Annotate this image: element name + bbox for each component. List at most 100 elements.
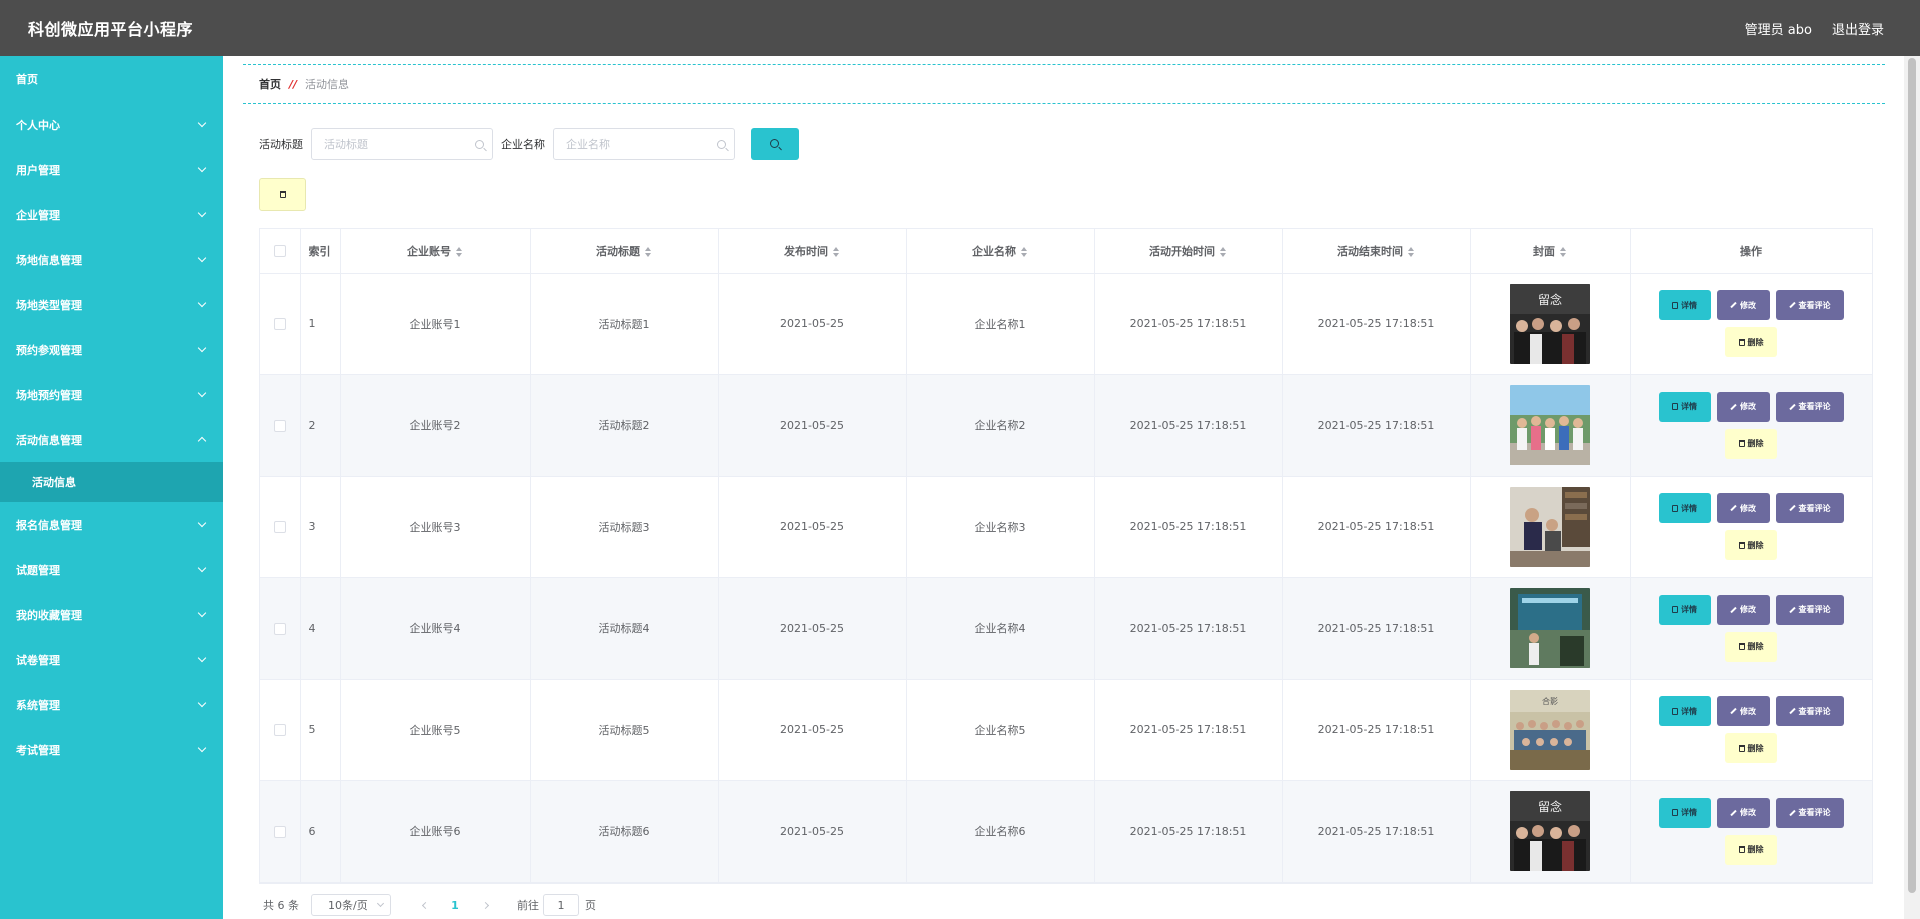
detail-button[interactable]: 详情 xyxy=(1658,797,1711,828)
detail-button[interactable]: 详情 xyxy=(1658,290,1711,321)
index-cell: 1 xyxy=(300,273,341,375)
column-header-sortable[interactable]: 封面 xyxy=(1470,229,1631,274)
company-search-input[interactable] xyxy=(554,129,734,159)
end-time-cell: 2021-05-25 17:18:51 xyxy=(1282,374,1471,477)
cover-image[interactable] xyxy=(1510,486,1590,567)
delete-button[interactable]: 删除 xyxy=(1725,834,1777,865)
cover-cell xyxy=(1470,476,1631,578)
detail-button[interactable]: 详情 xyxy=(1658,696,1711,727)
sidebar-item[interactable]: 试题管理 xyxy=(0,547,223,592)
row-checkbox[interactable] xyxy=(273,825,286,838)
sidebar-item[interactable]: 个人中心 xyxy=(0,102,223,147)
sidebar-item[interactable]: 企业管理 xyxy=(0,192,223,237)
sidebar-item[interactable]: 场地信息管理 xyxy=(0,237,223,282)
cover-image[interactable]: 留念 xyxy=(1510,283,1590,364)
search-button[interactable] xyxy=(751,128,799,160)
account-cell: 企业账号1 xyxy=(340,273,531,375)
pencil-icon xyxy=(1788,302,1796,309)
edit-button[interactable]: 修改 xyxy=(1716,493,1770,524)
row-checkbox[interactable] xyxy=(273,419,286,432)
column-header-sortable[interactable]: 活动开始时间 xyxy=(1094,229,1283,274)
sidebar-item[interactable]: 场地预约管理 xyxy=(0,372,223,417)
logout-link[interactable]: 退出登录 xyxy=(1832,19,1884,38)
cover-image[interactable] xyxy=(1510,385,1590,466)
detail-button[interactable]: 详情 xyxy=(1658,391,1711,422)
cover-image[interactable] xyxy=(1510,588,1590,669)
sidebar-item[interactable]: 报名信息管理 xyxy=(0,502,223,547)
actions-cell: 详情 修改 查看评论删除 xyxy=(1630,780,1873,883)
column-header-sortable[interactable]: 企业名称 xyxy=(906,229,1095,274)
sort-icon[interactable] xyxy=(1220,246,1227,257)
scrollbar-thumb[interactable] xyxy=(1908,58,1916,893)
chevron-up-icon xyxy=(197,436,207,446)
breadcrumb-home[interactable]: 首页 xyxy=(259,76,281,92)
delete-button[interactable]: 删除 xyxy=(1725,631,1777,662)
row-checkbox[interactable] xyxy=(273,622,286,635)
view-comments-button[interactable]: 查看评论 xyxy=(1775,493,1844,524)
edit-button[interactable]: 修改 xyxy=(1716,797,1770,828)
view-comments-button[interactable]: 查看评论 xyxy=(1775,696,1844,727)
page-size-select[interactable]: 10条/页 xyxy=(311,894,391,916)
edit-button[interactable]: 修改 xyxy=(1716,290,1770,321)
column-header-sortable[interactable]: 发布时间 xyxy=(718,229,907,274)
view-comments-button[interactable]: 查看评论 xyxy=(1775,797,1844,828)
select-all-checkbox[interactable] xyxy=(273,245,286,258)
trash-icon xyxy=(1738,744,1745,752)
detail-button[interactable]: 详情 xyxy=(1658,493,1711,524)
cover-image[interactable]: 留念 xyxy=(1510,791,1590,872)
sidebar-item[interactable]: 首页 xyxy=(0,56,223,102)
sort-icon[interactable] xyxy=(645,246,652,257)
delete-button[interactable]: 删除 xyxy=(1725,428,1777,459)
page-scrollbar[interactable] xyxy=(1904,56,1920,919)
next-page-button[interactable] xyxy=(475,894,495,916)
view-comments-button[interactable]: 查看评论 xyxy=(1775,594,1844,625)
edit-button[interactable]: 修改 xyxy=(1716,594,1770,625)
view-comments-button[interactable]: 查看评论 xyxy=(1775,391,1844,422)
sort-icon[interactable] xyxy=(833,246,840,257)
edit-button[interactable]: 修改 xyxy=(1716,391,1770,422)
column-header-sortable[interactable]: 活动结束时间 xyxy=(1282,229,1471,274)
column-header: 操作 xyxy=(1630,229,1873,274)
sidebar-item[interactable]: 预约参观管理 xyxy=(0,327,223,372)
row-checkbox[interactable] xyxy=(273,318,286,331)
page-number-current[interactable]: 1 xyxy=(445,899,465,912)
sidebar-item[interactable]: 用户管理 xyxy=(0,147,223,192)
sidebar-item-label: 首页 xyxy=(16,73,38,86)
admin-user-label[interactable]: 管理员 abo xyxy=(1745,19,1812,38)
document-icon xyxy=(1672,606,1678,614)
sidebar-subitem-active[interactable]: 活动信息 xyxy=(0,462,223,502)
page-unit-label: 页 xyxy=(585,899,596,912)
sort-icon[interactable] xyxy=(1408,246,1415,257)
sidebar-item[interactable]: 试卷管理 xyxy=(0,637,223,682)
end-time-cell: 2021-05-25 17:18:51 xyxy=(1282,476,1471,578)
sort-icon[interactable] xyxy=(456,246,463,257)
sidebar-item[interactable]: 场地类型管理 xyxy=(0,282,223,327)
account-cell: 企业账号5 xyxy=(340,679,531,781)
end-time-cell: 2021-05-25 17:18:51 xyxy=(1282,577,1471,680)
bulk-delete-button[interactable] xyxy=(259,178,306,211)
start-time-cell: 2021-05-25 17:18:51 xyxy=(1094,476,1283,578)
goto-page-input[interactable] xyxy=(543,894,579,916)
sort-icon[interactable] xyxy=(1021,246,1028,257)
publish-date-cell: 2021-05-25 xyxy=(718,780,907,883)
title-search-input[interactable] xyxy=(312,129,492,159)
column-header-sortable[interactable]: 企业账号 xyxy=(340,229,531,274)
breadcrumb: 首页 // 活动信息 xyxy=(243,64,1885,104)
row-checkbox[interactable] xyxy=(273,521,286,534)
detail-button[interactable]: 详情 xyxy=(1658,594,1711,625)
row-checkbox[interactable] xyxy=(273,724,286,737)
cover-image[interactable]: 合影 xyxy=(1510,689,1590,770)
breadcrumb-separator: // xyxy=(289,77,298,91)
delete-button[interactable]: 删除 xyxy=(1725,327,1777,358)
sidebar-item[interactable]: 系统管理 xyxy=(0,682,223,727)
edit-button[interactable]: 修改 xyxy=(1716,696,1770,727)
prev-page-button[interactable] xyxy=(415,894,435,916)
delete-button[interactable]: 删除 xyxy=(1725,530,1777,561)
sort-icon[interactable] xyxy=(1560,246,1567,257)
sidebar-item[interactable]: 考试管理 xyxy=(0,727,223,772)
column-header-sortable[interactable]: 活动标题 xyxy=(530,229,719,274)
view-comments-button[interactable]: 查看评论 xyxy=(1775,290,1844,321)
sidebar-item[interactable]: 活动信息管理 xyxy=(0,417,223,462)
delete-button[interactable]: 删除 xyxy=(1725,733,1777,764)
sidebar-item[interactable]: 我的收藏管理 xyxy=(0,592,223,637)
